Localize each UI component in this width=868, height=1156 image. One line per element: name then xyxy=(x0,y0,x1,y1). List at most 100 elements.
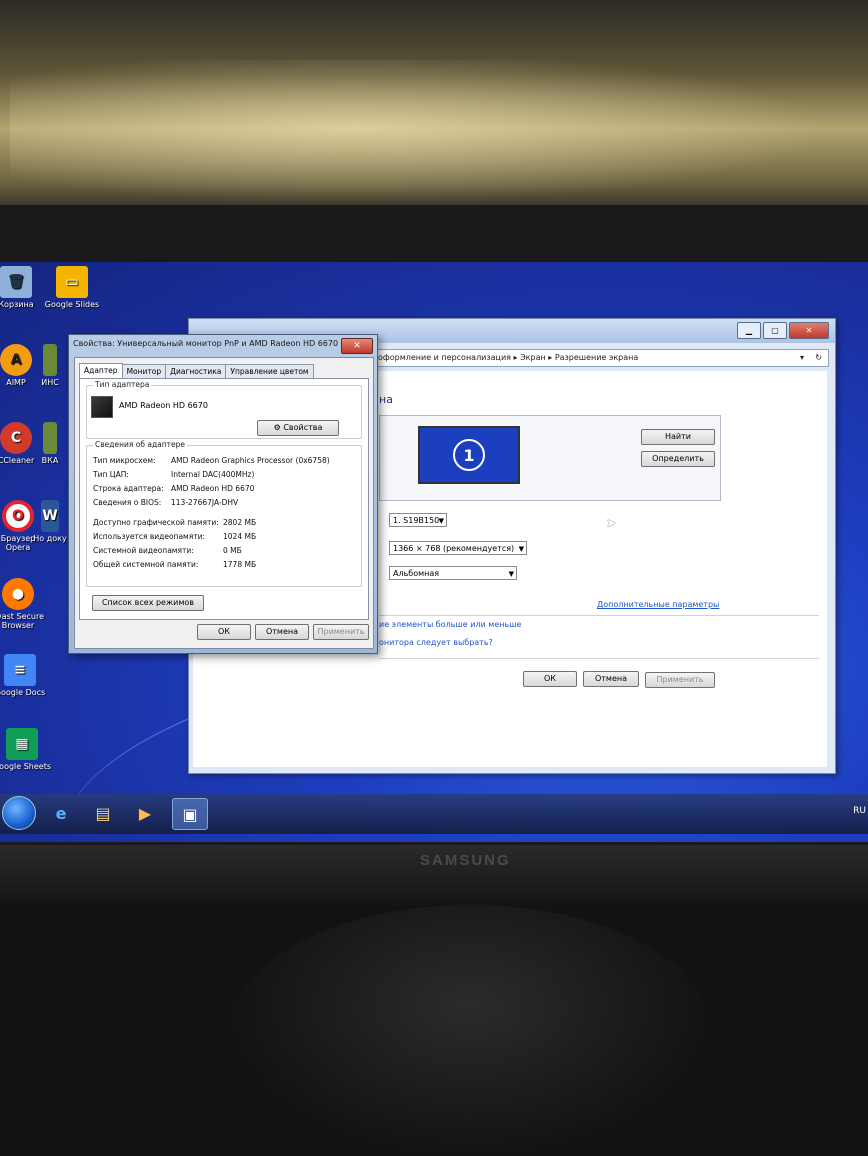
display-settings-icon: ▣ xyxy=(182,804,198,824)
properties-button-label: Свойства xyxy=(283,423,323,432)
taskbar-internet-explorer[interactable]: e xyxy=(44,798,78,828)
memory-value: 0 МБ xyxy=(223,546,242,555)
adapter-name: AMD Radeon HD 6670 xyxy=(119,401,208,410)
memory-row: Общей системной памяти: 1778 МБ xyxy=(93,560,256,569)
close-button[interactable]: ✕ xyxy=(789,322,829,339)
dialog-title: Свойства: Универсальный монитор PnP и AM… xyxy=(73,339,339,348)
apply-button[interactable]: Применить xyxy=(645,672,715,688)
chevron-down-icon: ▼ xyxy=(438,517,444,525)
detect-button[interactable]: Определить xyxy=(641,451,715,467)
chevron-down-icon[interactable]: ▾ xyxy=(800,350,804,366)
taskbar-display-settings[interactable]: ▣ xyxy=(172,798,208,830)
refresh-icon[interactable]: ↻ xyxy=(815,350,822,366)
google-docs-icon: ≡ xyxy=(4,654,36,686)
start-button[interactable] xyxy=(2,796,36,830)
desktop-icon-shortcut-2[interactable]: ВКА xyxy=(30,422,70,465)
display-select[interactable]: 1. S19B150 ▼ xyxy=(389,513,447,527)
word-icon: W xyxy=(41,500,59,532)
info-value: Internal DAC(400MHz) xyxy=(171,470,255,479)
desktop-icon-label: Avast Secure Browser xyxy=(0,612,44,630)
adapter-tab-page: Тип адаптера AMD Radeon HD 6670 ⚙ Свойст… xyxy=(79,378,369,620)
group-title: Сведения об адаптере xyxy=(93,440,187,449)
monitor-brand-logo: SAMSUNG xyxy=(420,852,511,869)
desktop-icon-label: Google Slides xyxy=(44,300,100,309)
adapter-info-group: Сведения об адаптере Тип микросхем: AMD R… xyxy=(86,440,362,587)
dialog-cancel-button[interactable]: Отмена xyxy=(255,624,309,640)
taskbar-explorer[interactable]: ▤ xyxy=(86,798,120,828)
desktop-icon-label: Корзина xyxy=(0,300,34,309)
language-indicator[interactable]: RU xyxy=(853,806,866,816)
monitor-preview[interactable]: 1 xyxy=(418,426,520,484)
properties-button[interactable]: ⚙ Свойства xyxy=(257,420,339,436)
memory-label: Общей системной памяти: xyxy=(93,560,199,569)
google-sheets-icon: ▦ xyxy=(6,728,38,760)
dialog-ok-button[interactable]: ОК xyxy=(197,624,251,640)
desktop-screen: 🗑 Корзина ▭ Google Slides A AIMP ИНС C C… xyxy=(0,262,868,842)
shortcut-icon xyxy=(43,422,57,454)
page-heading: на xyxy=(379,393,393,406)
tab-monitor[interactable]: Монитор xyxy=(121,364,167,378)
media-player-icon: ▶ xyxy=(138,803,152,823)
memory-value: 2802 МБ xyxy=(223,518,257,527)
dialog-apply-button[interactable]: Применить xyxy=(313,624,369,640)
desktop-icon-avast-browser[interactable]: ● Avast Secure Browser xyxy=(0,578,48,630)
desktop-icon-label: AIMP xyxy=(6,378,26,387)
google-slides-icon: ▭ xyxy=(56,266,88,298)
ccleaner-icon: C xyxy=(0,422,32,454)
shortcut-icon xyxy=(43,344,57,376)
resolution-select[interactable]: 1366 × 768 (рекомендуется) ▼ xyxy=(389,541,527,555)
chevron-down-icon: ▼ xyxy=(518,545,524,553)
list-all-modes-button[interactable]: Список всех режимов xyxy=(92,595,204,611)
desktop-icon-google-slides[interactable]: ▭ Google Slides xyxy=(42,266,102,309)
maximize-icon: ▢ xyxy=(771,326,779,335)
memory-label: Системной видеопамяти: xyxy=(93,546,194,555)
info-value: 113-27667JA-DHV xyxy=(171,498,239,507)
tab-diagnostics[interactable]: Диагностика xyxy=(165,364,227,378)
internet-explorer-icon: e xyxy=(55,803,67,823)
avast-browser-icon: ● xyxy=(2,578,34,610)
orientation-select-value: Альбомная xyxy=(393,569,440,578)
info-row: Тип микросхем: AMD Radeon Graphics Proces… xyxy=(93,456,330,465)
advanced-settings-link[interactable]: Дополнительные параметры xyxy=(597,600,719,609)
dialog-close-button[interactable]: ✕ xyxy=(341,338,373,354)
desktop-icon-label: Но доку xyxy=(33,534,67,543)
desktop-icon-label: Google Sheets xyxy=(0,762,52,771)
memory-value: 1778 МБ xyxy=(223,560,257,569)
close-icon: ✕ xyxy=(805,326,813,335)
taskbar-media-player[interactable]: ▶ xyxy=(128,798,162,828)
memory-row: Доступно графической памяти: 2802 МБ xyxy=(93,518,256,527)
recycle-bin-icon: 🗑 xyxy=(0,266,32,298)
desktop-icon-google-docs[interactable]: ≡ Google Docs xyxy=(0,654,50,697)
desktop-icon-word-doc[interactable]: W Но доку xyxy=(30,500,70,543)
chevron-down-icon: ▼ xyxy=(508,570,514,578)
monitor-settings-help-link[interactable]: онитора следует выбрать? xyxy=(379,638,493,647)
adapter-properties-dialog[interactable]: Свойства: Универсальный монитор PnP и AM… xyxy=(68,334,378,654)
info-label: Тип микросхем: xyxy=(93,456,156,465)
tab-adapter[interactable]: Адаптер xyxy=(79,363,123,379)
ok-button[interactable]: ОК xyxy=(523,671,577,687)
info-label: Строка адаптера: xyxy=(93,484,164,493)
desktop-icon-google-sheets[interactable]: ▦ Google Sheets xyxy=(0,728,52,771)
adapter-type-group: Тип адаптера AMD Radeon HD 6670 ⚙ Свойст… xyxy=(86,380,362,439)
minimize-button[interactable]: ▁ xyxy=(737,322,761,339)
desktop-icon-shortcut-1[interactable]: ИНС xyxy=(30,344,70,387)
cancel-button[interactable]: Отмена xyxy=(583,671,639,687)
lamp-glow xyxy=(10,60,868,210)
desktop-icon-label: ИНС xyxy=(41,378,59,387)
shield-icon: ⚙ xyxy=(273,423,281,432)
info-row: Строка адаптера: AMD Radeon HD 6670 xyxy=(93,484,254,493)
dialog-body: Адаптер Монитор Диагностика Управление ц… xyxy=(74,357,374,649)
info-row: Тип ЦАП: Internal DAC(400MHz) xyxy=(93,470,254,479)
desktop-icon-recycle-bin[interactable]: 🗑 Корзина xyxy=(0,266,46,309)
breadcrumb: оформление и персонализация ▸ Экран ▸ Ра… xyxy=(378,353,639,362)
memory-value: 1024 МБ xyxy=(223,532,257,541)
orientation-select[interactable]: Альбомная ▼ xyxy=(389,566,517,580)
monitor-number: 1 xyxy=(453,439,485,471)
text-size-link[interactable]: ие элементы больше или меньше xyxy=(379,620,521,629)
tab-color-management[interactable]: Управление цветом xyxy=(225,364,314,378)
maximize-button[interactable]: ▢ xyxy=(763,322,787,339)
find-button[interactable]: Найти xyxy=(641,429,715,445)
close-icon: ✕ xyxy=(353,341,361,351)
info-value: AMD Radeon Graphics Processor (0x6758) xyxy=(171,456,330,465)
desktop-icon-label: ВКА xyxy=(41,456,59,465)
